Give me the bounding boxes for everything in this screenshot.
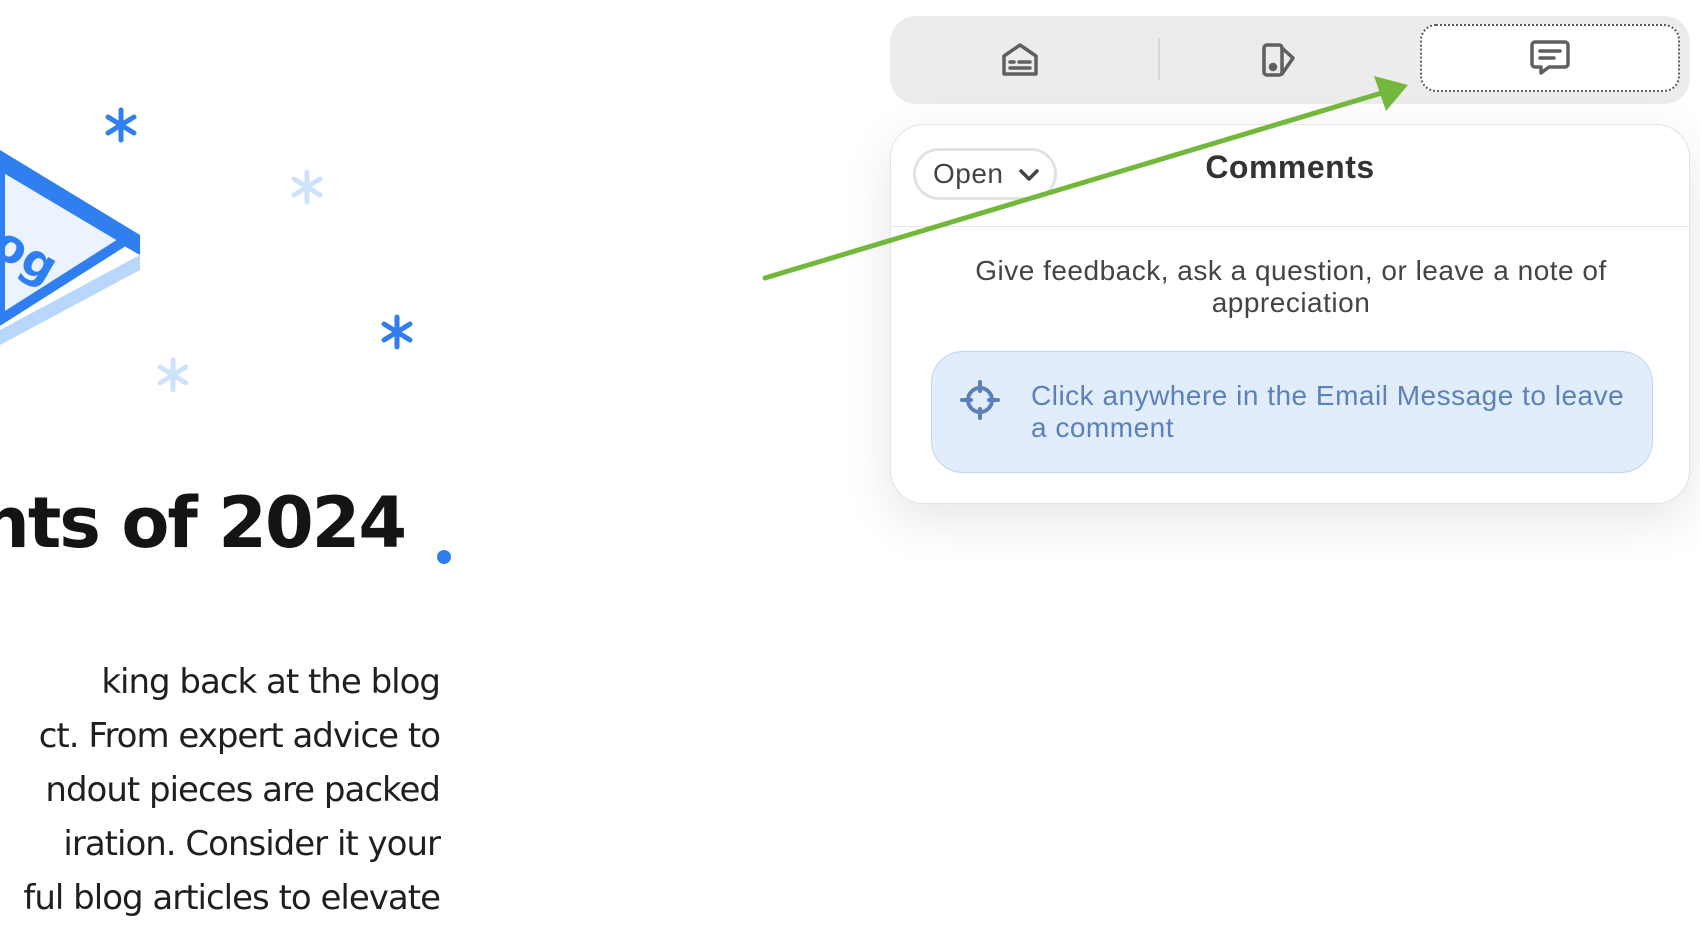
decorative-dot: [437, 550, 451, 564]
body-line: iration. Consider it your: [63, 824, 441, 864]
sidebar-tab-bar: [890, 16, 1690, 104]
body-line: king back at the blog: [101, 662, 441, 702]
comments-panel: Open Comments Give feedback, ask a quest…: [890, 124, 1690, 504]
email-preview: og hts of 2024 king back at the blog ct.…: [0, 0, 760, 932]
sparkle-icon: [291, 169, 323, 205]
email-headline: hts of 2024: [0, 482, 407, 564]
body-line: ndout pieces are packed: [45, 770, 441, 810]
email-body-paragraph: king back at the blog ct. From expert ad…: [0, 655, 441, 925]
comment-icon: [1530, 40, 1570, 75]
comments-hint: Give feedback, ask a question, or leave …: [975, 255, 1607, 318]
comments-panel-header: Open Comments: [891, 125, 1689, 227]
body-line: ful blog articles to elevate: [23, 878, 441, 918]
tab-email-details[interactable]: [890, 16, 1150, 104]
blog-illustration: og: [0, 107, 413, 393]
crosshair-icon: [960, 380, 1000, 420]
brush-swatch-icon: [1262, 43, 1295, 77]
panel-title: Comments: [1205, 149, 1375, 185]
add-comment-prompt-text: Click anywhere in the Email Message to l…: [1031, 380, 1625, 443]
tab-design[interactable]: [1150, 16, 1410, 104]
sparkle-icon: [105, 107, 137, 143]
envelope-info-icon: [1002, 43, 1038, 76]
add-comment-prompt[interactable]: Click anywhere in the Email Message to l…: [931, 351, 1653, 473]
tab-comments[interactable]: [1420, 24, 1680, 92]
body-line: ct. From expert advice to: [38, 716, 441, 756]
sparkle-icon: [157, 357, 189, 393]
sparkle-icon: [381, 314, 413, 350]
